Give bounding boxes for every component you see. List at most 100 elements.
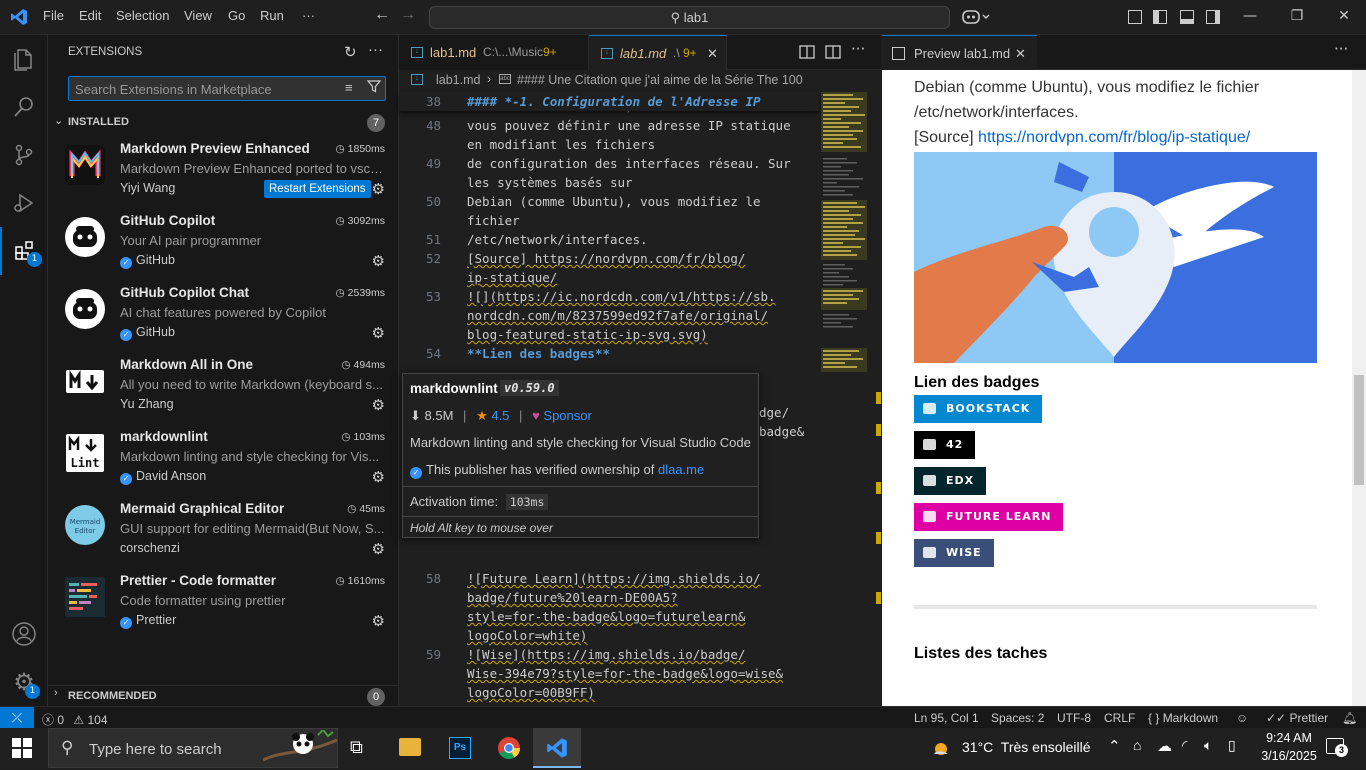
accounts-icon[interactable] [0,610,48,658]
source-control-icon[interactable] [0,131,48,179]
recommended-section-header[interactable]: › RECOMMENDED 0 [48,685,399,706]
extension-item[interactable]: Lint markdownlint ◷ 103ms Markdown linti… [48,424,399,496]
extension-item[interactable]: Mermaid Editor Mermaid Graphical Editor ◷… [48,496,399,568]
restart-extensions-button[interactable]: Restart Extensions [264,180,371,198]
taskbar-search-box[interactable]: ⚲ Type here to search [48,728,338,768]
menu-selection[interactable]: Selection [116,8,169,23]
extension-gear-icon[interactable]: ⚙ [372,396,385,414]
refresh-icon[interactable]: ↻ [344,43,357,61]
extension-gear-icon[interactable]: ⚙ [372,612,385,630]
clock-date[interactable]: 3/16/2025 [1254,749,1324,763]
source-link[interactable]: https://nordvpn.com/fr/blog/ip-statique/ [978,129,1250,146]
search-view-icon[interactable] [0,83,48,131]
explorer-icon[interactable] [0,35,48,83]
extension-item[interactable]: GitHub Copilot ◷ 3092ms Your AI pair pro… [48,208,399,280]
extension-gear-icon[interactable]: ⚙ [372,540,385,558]
toggle-panel-icon[interactable] [1180,10,1194,24]
breadcrumb-file[interactable]: lab1.md [436,73,480,87]
breadcrumb-symbol[interactable]: #### Une Citation que j'ai aime de la Sé… [517,73,803,87]
editor-overview-ruler[interactable] [876,92,881,706]
preview-scrollbar-thumb[interactable] [1354,375,1364,485]
extensions-view-icon[interactable]: 1 [0,227,48,275]
volume-icon[interactable]: 🔈︎ [1204,737,1212,754]
extension-gear-icon[interactable]: ⚙ [372,468,385,486]
end-of-line[interactable]: CRLF [1104,711,1135,725]
extension-gear-icon[interactable]: ⚙ [372,180,385,198]
menu-run[interactable]: Run [260,8,284,23]
minimize-icon[interactable]: — [1240,8,1260,28]
restore-icon[interactable]: ❐ [1287,8,1307,28]
notification-center-icon[interactable]: 3 [1326,738,1348,757]
cloud-icon[interactable]: ☁ [1157,737,1172,755]
markdown-preview[interactable]: Debian (comme Ubuntu), vous modifiez le … [882,70,1366,706]
photoshop-icon[interactable]: Ps [449,737,471,759]
extension-item[interactable]: Prettier - Code formatter ◷ 1610ms Code … [48,568,399,640]
clear-filter-icon[interactable]: ≡ [345,80,353,95]
extension-gear-icon[interactable]: ⚙ [372,252,385,270]
extension-item[interactable]: Markdown Preview Enhanced ◷ 1850ms Markd… [48,136,399,208]
copilot-icon[interactable] [962,9,992,27]
preview-badge[interactable]: FUTURE LEARN [914,503,1064,531]
manage-gear-icon[interactable]: ⚙ 1 [0,658,48,706]
remote-indicator-icon[interactable]: ⤫ [0,707,34,728]
preview-badge[interactable]: EDX [914,467,987,495]
tab-lab1-music[interactable]: ↓ lab1.md C:\...\Music 9+ [399,35,589,70]
command-center[interactable]: ⚲ lab1 [429,6,950,29]
clock-time[interactable]: 9:24 AM [1259,731,1319,745]
windows-start-icon[interactable] [12,738,32,761]
search-extensions-input[interactable]: Search Extensions in Marketplace ≡ [68,76,386,101]
preview-badge[interactable]: BOOKSTACK [914,395,1043,423]
filter-icon[interactable] [366,79,382,96]
preview-badge[interactable]: WISE [914,539,994,567]
language-mode[interactable]: { } Markdown [1148,711,1218,725]
menu-more[interactable]: ··· [302,8,315,23]
open-preview-icon[interactable] [799,44,815,64]
task-view-icon[interactable]: ⧉ [350,737,363,758]
close-tab-icon[interactable]: ✕ [707,36,718,71]
preview-more-actions-icon[interactable]: ··· [1334,40,1348,58]
installed-section-header[interactable]: ⌄ INSTALLED 7 [48,113,399,133]
back-arrow-icon[interactable]: ← [374,6,390,24]
run-debug-icon[interactable] [0,179,48,227]
menu-file[interactable]: File [43,8,64,23]
extension-item[interactable]: Markdown All in One ◷ 494ms All you need… [48,352,399,424]
notifications-bell-icon[interactable]: 🔔︎ [1342,711,1357,725]
hover-sponsor-link[interactable]: Sponsor [543,408,591,423]
tab-lab1-active[interactable]: ↓ lab1.md .\ 9+ ✕ [589,35,727,70]
tab-preview[interactable]: Preview lab1.md ✕ [882,35,1037,70]
battery-icon[interactable]: ▯ [1228,737,1236,754]
show-hidden-icons-icon[interactable]: ⌃ [1108,737,1121,755]
vscode-taskbar-button[interactable] [533,728,581,768]
toggle-sidebar-icon[interactable] [1153,10,1167,24]
close-window-icon[interactable]: ✕ [1334,8,1354,28]
copilot-status-icon[interactable]: ☺ [1236,711,1248,725]
menu-edit[interactable]: Edit [79,8,101,23]
split-editor-icon[interactable] [825,44,841,64]
indentation[interactable]: Spaces: 2 [991,711,1044,725]
network-icon[interactable]: ⌂ [1133,737,1141,753]
preview-scrollbar[interactable] [1352,70,1366,706]
toggle-panel-left-icon[interactable] [1128,10,1142,24]
file-explorer-icon[interactable] [399,738,421,756]
wifi-icon[interactable]: ◜ [1182,737,1187,754]
menu-view[interactable]: View [184,8,212,23]
minimap[interactable] [821,92,869,382]
hover-rating[interactable]: 4.5 [491,408,509,423]
close-preview-tab-icon[interactable]: ✕ [1015,36,1026,71]
hover-domain-link[interactable]: dlaa.me [658,462,704,477]
problems-indicator[interactable]: ⓧ 0 ⚠ 104 [42,711,108,728]
editor-more-actions-icon[interactable]: ··· [851,40,865,58]
menu-go[interactable]: Go [228,8,245,23]
more-actions-icon[interactable]: ··· [368,41,383,58]
sticky-scroll-header[interactable]: 38 #### *-1. Configuration de l'Adresse … [399,92,819,111]
encoding[interactable]: UTF-8 [1057,711,1091,725]
preview-badge[interactable]: 42 [914,431,976,459]
extension-item[interactable]: GitHub Copilot Chat ◷ 2539ms AI chat fea… [48,280,399,352]
toggle-secondary-sidebar-icon[interactable] [1206,10,1220,24]
cursor-position[interactable]: Ln 95, Col 1 [914,711,979,725]
prettier-status[interactable]: ✓✓ Prettier [1266,711,1328,725]
extension-gear-icon[interactable]: ⚙ [372,324,385,342]
forward-arrow-icon[interactable]: → [400,6,416,24]
weather-text[interactable]: 31°C Très ensoleillé [962,739,1091,755]
chrome-icon[interactable] [497,736,521,763]
